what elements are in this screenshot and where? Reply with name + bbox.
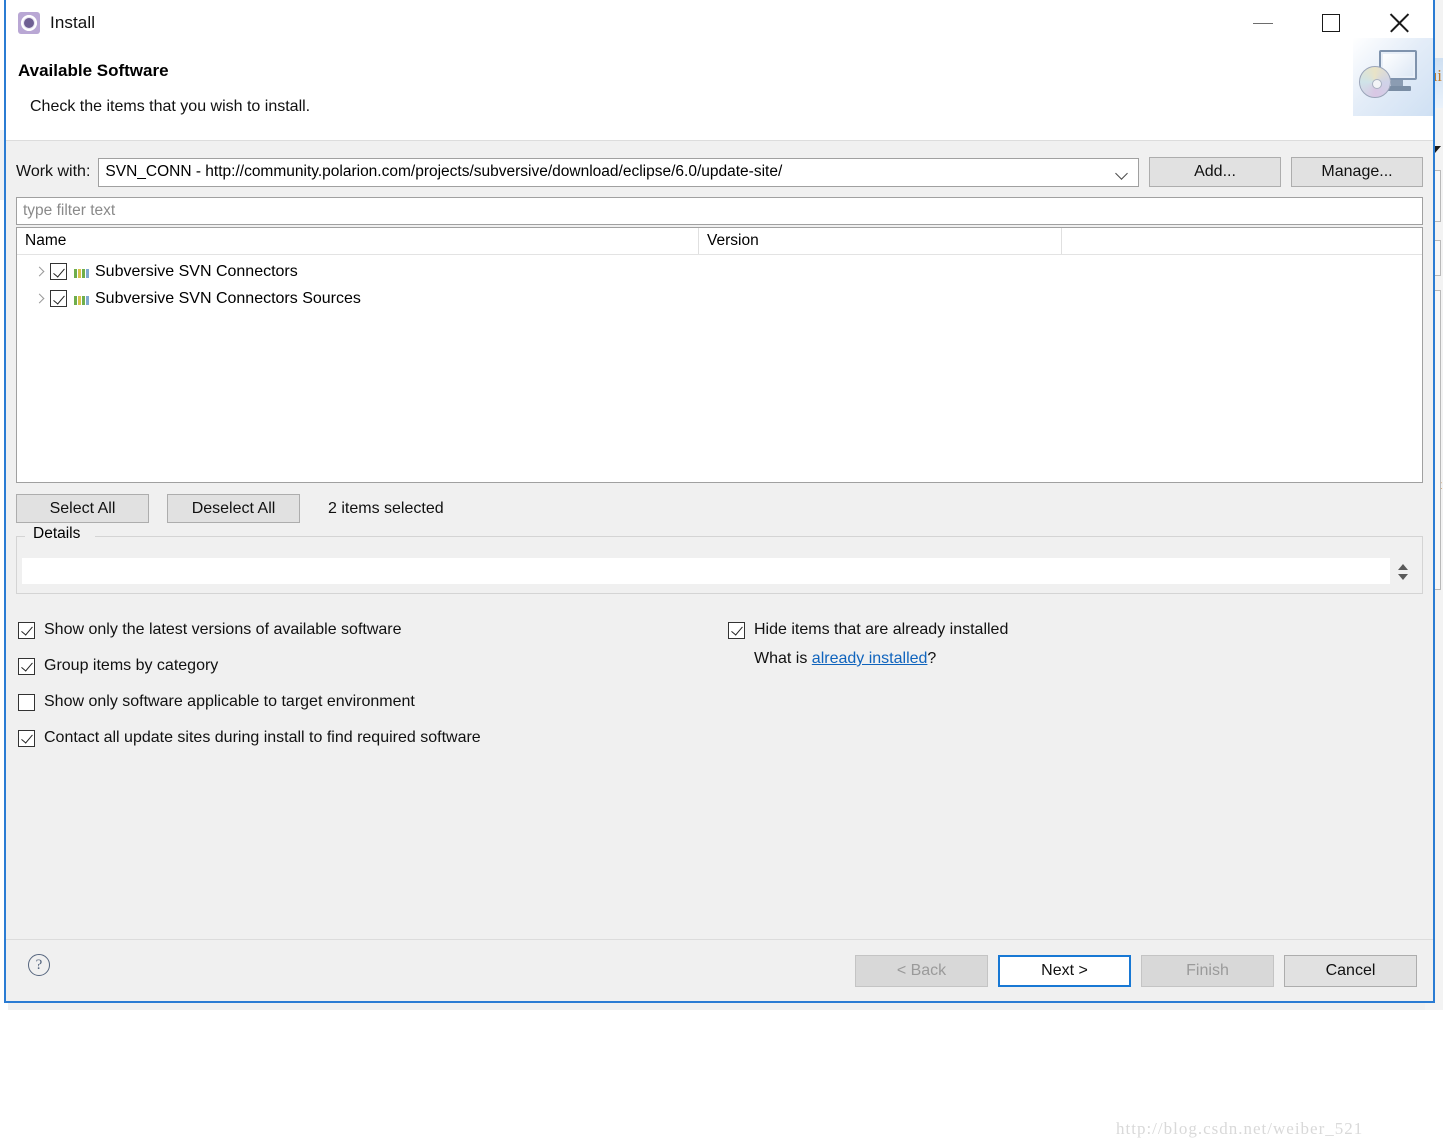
page-subtitle: Check the items that you wish to install…	[30, 98, 310, 116]
install-gear-icon	[18, 12, 40, 34]
already-installed-link[interactable]: already installed	[812, 650, 928, 667]
chevron-right-icon[interactable]	[33, 265, 47, 279]
row-checkbox[interactable]	[50, 263, 67, 280]
checkbox[interactable]	[18, 730, 35, 747]
details-legend: Details	[29, 525, 84, 543]
dialog-body: Work with: SVN_CONN - http://community.p…	[6, 141, 1433, 939]
footer-buttons: < Back Next > Finish Cancel	[845, 955, 1417, 987]
help-question-icon[interactable]: ?	[28, 954, 50, 976]
options-left-column: Show only the latest versions of availab…	[18, 612, 481, 756]
option-show-latest-versions[interactable]: Show only the latest versions of availab…	[18, 612, 481, 648]
what-is-prefix: What is	[754, 650, 812, 667]
next-button[interactable]: Next >	[998, 955, 1131, 987]
option-label: Hide items that are already installed	[754, 621, 1008, 639]
option-label: Group items by category	[44, 657, 218, 675]
manage-sites-button[interactable]: Manage...	[1291, 157, 1423, 187]
back-button[interactable]: < Back	[855, 955, 988, 987]
spinner-up-down-icon[interactable]	[1396, 559, 1410, 585]
window-title: Install	[50, 13, 95, 33]
filter-placeholder: type filter text	[23, 202, 115, 220]
option-label: Contact all update sites during install …	[44, 729, 481, 747]
table-row[interactable]: Subversive SVN Connectors Sources	[17, 285, 1422, 312]
dialog-header: Available Software Check the items that …	[6, 46, 1433, 141]
finish-button[interactable]: Finish	[1141, 955, 1274, 987]
spinner-down-icon[interactable]	[1398, 574, 1408, 580]
work-with-label: Work with:	[16, 163, 90, 181]
deselect-all-button[interactable]: Deselect All	[167, 494, 300, 523]
checkbox[interactable]	[728, 622, 745, 639]
row-checkbox[interactable]	[50, 290, 67, 307]
minimize-button[interactable]	[1229, 0, 1297, 46]
minimize-icon	[1253, 23, 1273, 24]
selection-row: Select All Deselect All 2 items selected	[16, 494, 1423, 523]
row-label: Subversive SVN Connectors	[95, 263, 298, 281]
details-group: Details	[16, 536, 1423, 594]
watermark: http://blog.csdn.net/weiber_521	[1116, 1119, 1363, 1139]
column-header-name[interactable]: Name	[17, 228, 699, 254]
checkbox[interactable]	[18, 622, 35, 639]
tree-header: Name Version	[17, 228, 1422, 255]
chevron-right-icon[interactable]	[33, 292, 47, 306]
selection-status: 2 items selected	[328, 500, 444, 518]
details-border-left	[17, 536, 25, 537]
monitor-with-cd-icon	[1353, 38, 1433, 116]
category-bars-icon	[74, 266, 89, 278]
details-field	[22, 558, 1390, 584]
install-dialog: Install Available Software Check the ite…	[4, 0, 1435, 1003]
what-is-installed-text: What is already installed?	[754, 650, 1008, 668]
options-right-column: Hide items that are already installed Wh…	[728, 612, 1008, 668]
option-label: Show only the latest versions of availab…	[44, 621, 402, 639]
dialog-footer: ? < Back Next > Finish Cancel	[6, 939, 1433, 1001]
software-tree[interactable]: Name Version Subversive SVN Connectors S…	[16, 227, 1423, 483]
what-is-suffix: ?	[927, 650, 936, 667]
work-with-row: Work with: SVN_CONN - http://community.p…	[16, 157, 1423, 187]
title-bar: Install	[6, 0, 1433, 46]
work-with-combo[interactable]: SVN_CONN - http://community.polarion.com…	[98, 158, 1139, 187]
chevron-down-icon[interactable]	[1117, 169, 1128, 176]
cd-disc-icon	[1359, 66, 1391, 98]
options-area: Show only the latest versions of availab…	[16, 612, 1423, 752]
select-all-button[interactable]: Select All	[16, 494, 149, 523]
option-contact-all-update-sites[interactable]: Contact all update sites during install …	[18, 720, 481, 756]
checkbox[interactable]	[18, 694, 35, 711]
row-label: Subversive SVN Connectors Sources	[95, 290, 361, 308]
details-border-right	[95, 536, 1422, 537]
add-site-button[interactable]: Add...	[1149, 157, 1281, 187]
maximize-icon	[1322, 14, 1340, 32]
table-row[interactable]: Subversive SVN Connectors	[17, 258, 1422, 285]
option-group-by-category[interactable]: Group items by category	[18, 648, 481, 684]
checkbox[interactable]	[18, 658, 35, 675]
work-with-value: SVN_CONN - http://community.polarion.com…	[105, 163, 1111, 181]
option-hide-installed[interactable]: Hide items that are already installed	[728, 612, 1008, 648]
spinner-up-icon[interactable]	[1398, 564, 1408, 570]
cancel-button[interactable]: Cancel	[1284, 955, 1417, 987]
page-title: Available Software	[18, 61, 169, 81]
close-icon	[1388, 12, 1410, 34]
tree-rows: Subversive SVN Connectors Subversive SVN…	[17, 255, 1422, 312]
filter-input[interactable]: type filter text	[16, 197, 1423, 225]
option-label: Show only software applicable to target …	[44, 693, 415, 711]
option-applicable-to-target[interactable]: Show only software applicable to target …	[18, 684, 481, 720]
column-header-filler	[1062, 228, 1422, 254]
column-header-version[interactable]: Version	[699, 228, 1062, 254]
category-bars-icon	[74, 293, 89, 305]
